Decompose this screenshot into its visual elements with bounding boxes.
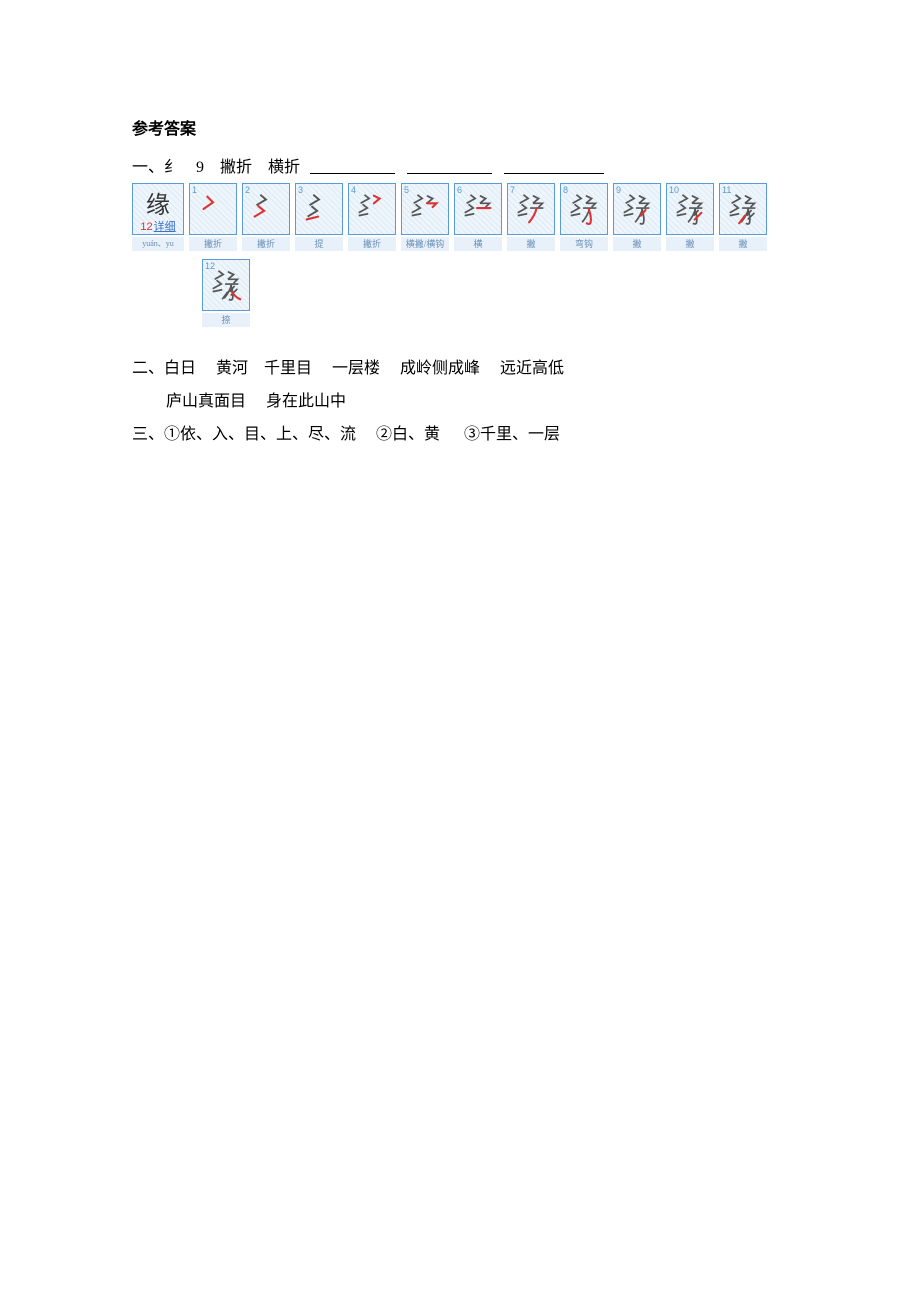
q3-line: 三、①依、入、目、上、尽、流 ②白、黄 ③千里、一层 bbox=[132, 419, 790, 452]
q2-line2: 庐山真面目 身在此山中 bbox=[166, 386, 790, 419]
stroke-box: 6 横 bbox=[454, 183, 502, 251]
stroke-box: 12 捺 bbox=[202, 259, 250, 327]
stroke-box-main: 缘 12详细 yuán、yu bbox=[132, 183, 184, 251]
stroke-num: 12 bbox=[205, 261, 215, 271]
stroke-glyph-icon bbox=[194, 187, 232, 231]
stroke-label: 提 bbox=[295, 237, 343, 251]
stroke-box: 10 撇 bbox=[666, 183, 714, 251]
stroke-box: 4 撇折 bbox=[348, 183, 396, 251]
stroke-box: 5 横撇/横钩 bbox=[401, 183, 449, 251]
stroke-num: 3 bbox=[298, 185, 303, 195]
stroke-label: 撇折 bbox=[242, 237, 290, 251]
stroke-frame: 缘 12详细 bbox=[132, 183, 184, 235]
stroke-glyph-icon bbox=[406, 187, 444, 231]
stroke-label: 撇折 bbox=[189, 237, 237, 251]
stroke-box: 7 撇 bbox=[507, 183, 555, 251]
stroke-label: 捺 bbox=[202, 313, 250, 327]
stroke-num: 9 bbox=[616, 185, 621, 195]
stroke-num: 8 bbox=[563, 185, 568, 195]
answer-heading: 参考答案 bbox=[132, 115, 790, 139]
stroke-label: 撇 bbox=[507, 237, 555, 251]
q2-line1: 二、白日 黄河 千里目 一层楼 成岭侧成峰 远近高低 bbox=[132, 353, 790, 386]
stroke-box: 11 撇 bbox=[719, 183, 767, 251]
stroke-label: 横撇/横钩 bbox=[401, 237, 449, 251]
main-pinyin: yuán、yu bbox=[132, 237, 184, 251]
stroke-num: 11 bbox=[722, 185, 731, 195]
stroke-label: 横 bbox=[454, 237, 502, 251]
stroke-box: 3 提 bbox=[295, 183, 343, 251]
stroke-glyph-icon bbox=[300, 187, 338, 231]
detail-link[interactable]: 详细 bbox=[154, 221, 176, 233]
stroke-num: 6 bbox=[457, 185, 462, 195]
stroke-num: 5 bbox=[404, 185, 409, 195]
main-stroke-count: 12 bbox=[140, 221, 152, 233]
stroke-num: 4 bbox=[351, 185, 356, 195]
stroke-num: 1 bbox=[192, 185, 197, 195]
stroke-label: 撇 bbox=[719, 237, 767, 251]
stroke-box: 9 撇 bbox=[613, 183, 661, 251]
stroke-order-grid: 缘 12详细 yuán、yu 1 撇折 2 bbox=[132, 183, 782, 335]
stroke-glyph-icon bbox=[565, 187, 603, 231]
stroke-glyph-icon bbox=[618, 187, 656, 231]
stroke-label: 撇折 bbox=[348, 237, 396, 251]
stroke-label: 撇 bbox=[666, 237, 714, 251]
stroke-glyph-icon bbox=[353, 187, 391, 231]
blank-line bbox=[310, 157, 395, 174]
stroke-label: 弯钩 bbox=[560, 237, 608, 251]
stroke-num: 10 bbox=[669, 185, 679, 195]
main-char: 缘 bbox=[146, 185, 170, 220]
stroke-glyph-icon bbox=[512, 187, 550, 231]
blank-line bbox=[504, 157, 604, 174]
stroke-box: 2 撇折 bbox=[242, 183, 290, 251]
q1-text: 一、纟 9 撇折 横折 bbox=[132, 153, 300, 177]
stroke-num: 2 bbox=[245, 185, 250, 195]
stroke-num: 7 bbox=[510, 185, 515, 195]
stroke-box: 1 撇折 bbox=[189, 183, 237, 251]
stroke-glyph-icon bbox=[247, 187, 285, 231]
blank-line bbox=[407, 157, 492, 174]
stroke-label: 撇 bbox=[613, 237, 661, 251]
stroke-box: 8 弯钩 bbox=[560, 183, 608, 251]
stroke-glyph-icon bbox=[459, 187, 497, 231]
